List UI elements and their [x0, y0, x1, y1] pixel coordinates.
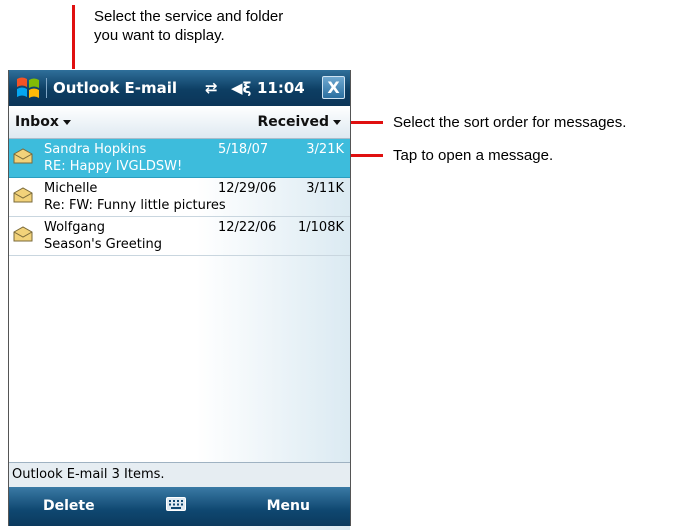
connectivity-icon[interactable]: ⇄	[205, 79, 218, 97]
header-bar: Inbox Received	[9, 106, 350, 139]
title-bar: Outlook E-mail ⇄ ◀ξ 11:04 X	[9, 70, 350, 106]
delete-button[interactable]: Delete	[43, 498, 95, 514]
message-size: 1/108K	[298, 220, 344, 235]
message-date: 5/18/07	[218, 142, 269, 157]
softkey-bar: Delete Menu	[9, 487, 350, 526]
message-subject: Season's Greeting	[44, 237, 162, 252]
keyboard-icon[interactable]	[166, 497, 186, 511]
device-screen: Outlook E-mail ⇄ ◀ξ 11:04 X Inbox Receiv…	[8, 70, 351, 530]
chevron-down-icon	[333, 119, 341, 125]
message-sender: Wolfgang	[44, 220, 105, 235]
message-sender: Michelle	[44, 181, 98, 196]
message-row[interactable]: Wolfgang 12/22/06 1/108K Season's Greeti…	[9, 217, 350, 256]
callout-line-folder	[72, 5, 75, 69]
envelope-icon	[13, 187, 33, 203]
menu-button[interactable]: Menu	[267, 498, 310, 514]
window-title: Outlook E-mail	[53, 79, 178, 97]
message-row[interactable]: Sandra Hopkins 5/18/07 3/21K RE: Happy I…	[9, 139, 350, 178]
chevron-down-icon	[62, 119, 71, 125]
message-size: 3/11K	[306, 181, 344, 196]
close-button[interactable]: X	[322, 76, 345, 99]
callout-folder-line1: Select the service and folder	[94, 8, 284, 25]
sort-label: Received	[257, 114, 329, 130]
sort-dropdown[interactable]: Received	[257, 114, 341, 130]
volume-icon[interactable]: ◀ξ	[231, 79, 251, 97]
callout-folder-line2: you want to display.	[94, 27, 225, 44]
status-text: Outlook E-mail 3 Items.	[12, 467, 165, 482]
callout-folder-text: Select the service and folder you want t…	[94, 7, 283, 45]
message-date: 12/29/06	[218, 181, 277, 196]
title-divider	[46, 78, 47, 98]
status-bar: Outlook E-mail 3 Items.	[9, 462, 350, 487]
message-row[interactable]: Michelle 12/29/06 3/11K Re: FW: Funny li…	[9, 178, 350, 217]
message-sender: Sandra Hopkins	[44, 142, 147, 157]
message-date: 12/22/06	[218, 220, 277, 235]
callout-sort-text: Select the sort order for messages.	[393, 114, 627, 131]
callout-open-text: Tap to open a message.	[393, 147, 554, 164]
folder-label: Inbox	[15, 114, 59, 130]
folder-dropdown[interactable]: Inbox	[15, 114, 71, 130]
close-icon: X	[327, 78, 340, 97]
message-size: 3/21K	[306, 142, 344, 157]
envelope-icon	[13, 148, 33, 164]
message-subject: Re: FW: Funny little pictures	[44, 198, 226, 213]
clock-time[interactable]: 11:04	[257, 79, 305, 97]
envelope-icon	[13, 226, 33, 242]
start-icon[interactable]	[14, 75, 42, 101]
message-subject: RE: Happy IVGLDSW!	[44, 159, 183, 174]
